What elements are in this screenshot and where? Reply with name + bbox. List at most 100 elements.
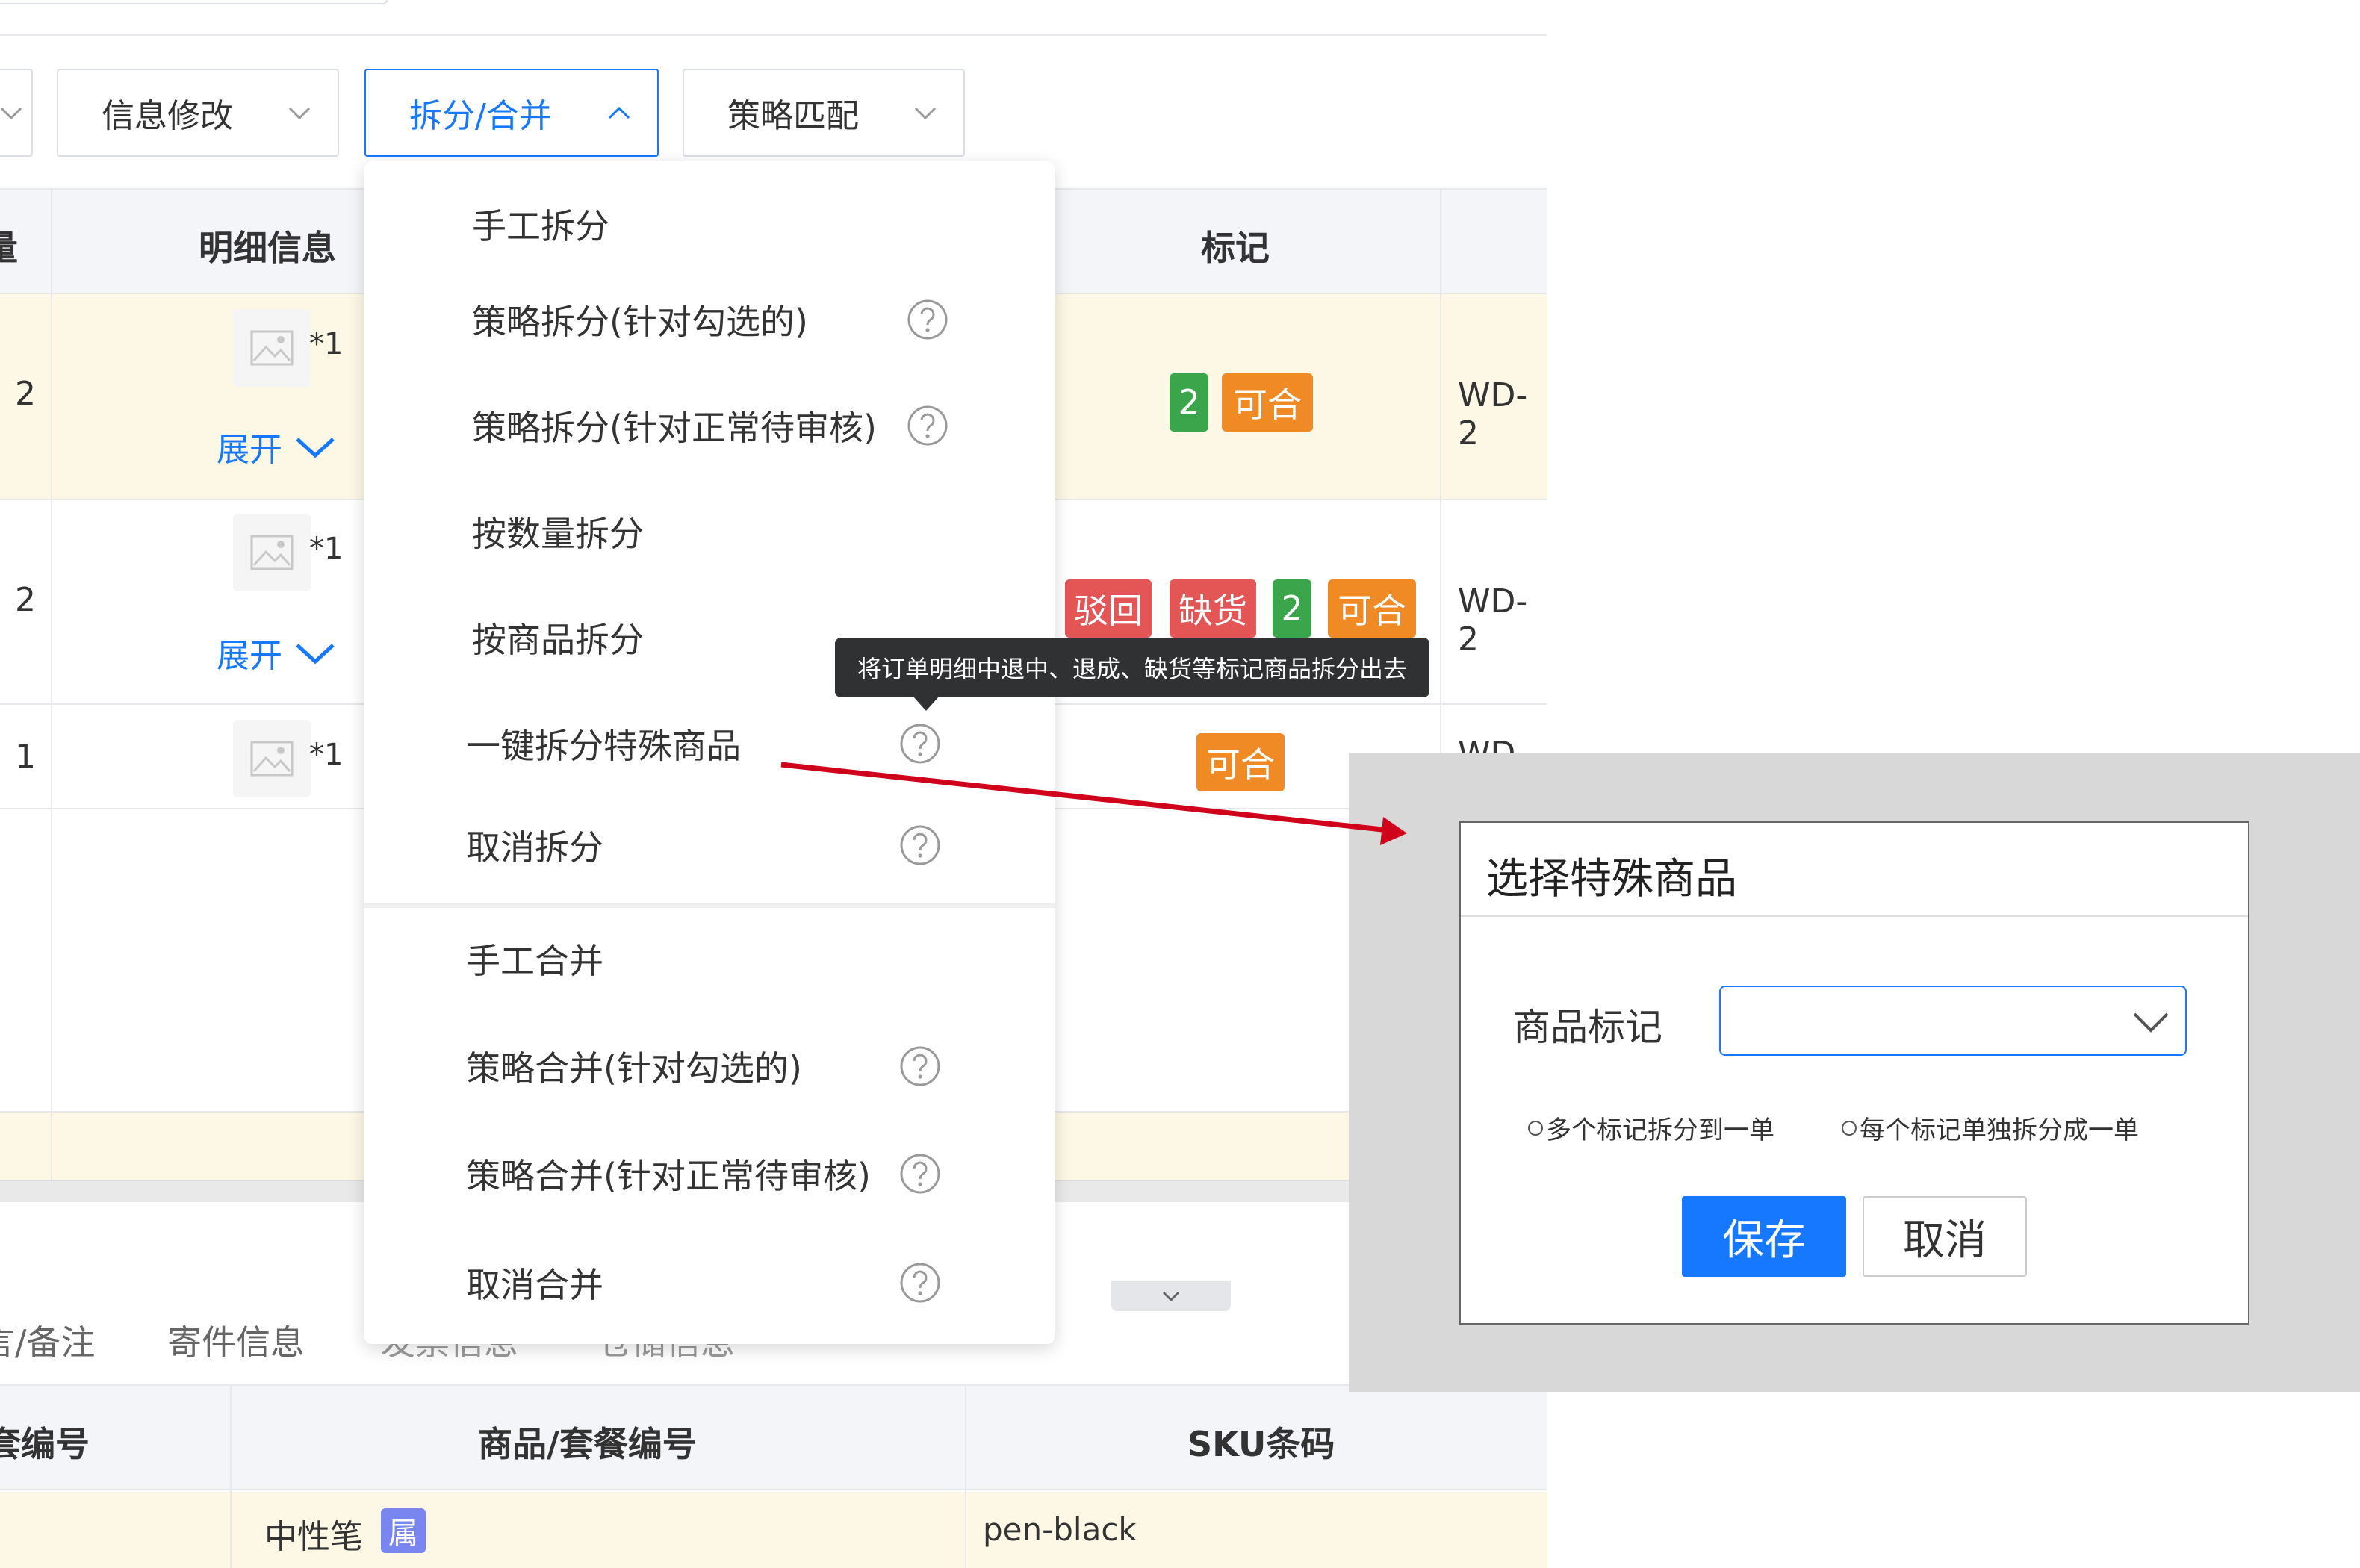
- tab-remarks[interactable]: 言/备注: [0, 1316, 96, 1365]
- menu-item-label: 一键拆分特殊商品: [466, 726, 741, 766]
- menu-item-label: 策略合并(针对勾选的): [466, 1048, 802, 1089]
- tag-count: 2: [1273, 579, 1311, 638]
- table-row[interactable]: 中性笔 属 pen-black: [0, 1492, 1547, 1568]
- tag-out-of-stock: 缺货: [1170, 579, 1256, 638]
- radio-merge-to-one[interactable]: 多个标记拆分到一单: [1528, 1110, 1774, 1146]
- toolbar-button-prev[interactable]: [0, 69, 33, 157]
- collapse-toggle[interactable]: [1111, 1281, 1231, 1311]
- image-placeholder-icon: [250, 330, 294, 366]
- tag-mergeable: 可合: [1196, 733, 1285, 791]
- expand-label: 展开: [217, 431, 282, 469]
- menu-item-strategy-merge-pending[interactable]: 策略合并(针对正常待审核): [364, 1126, 1055, 1222]
- field-label: 商品标记: [1513, 1006, 1662, 1049]
- help-icon[interactable]: [899, 824, 941, 866]
- toolbar-button-strategy-match[interactable]: 策略匹配: [683, 69, 965, 157]
- menu-item-label: 策略合并(针对正常待审核): [466, 1156, 871, 1196]
- help-icon[interactable]: [907, 299, 948, 340]
- chevron-down-icon: [914, 107, 937, 120]
- menu-item-manual-split[interactable]: 手工拆分: [364, 176, 1055, 272]
- menu-item-label: 按商品拆分: [472, 620, 644, 660]
- column-header-qty: 量: [0, 228, 18, 268]
- goods-grid-header: 套编号 商品/套餐编号 SKU条码: [0, 1384, 1547, 1490]
- dialog-title: 选择特殊商品: [1486, 855, 1737, 903]
- menu-item-cancel-merge[interactable]: 取消合并: [364, 1235, 1055, 1331]
- menu-item-cancel-split[interactable]: 取消拆分: [364, 797, 1055, 893]
- help-icon[interactable]: [899, 723, 941, 765]
- tab-sender-info[interactable]: 寄件信息: [167, 1316, 305, 1365]
- image-placeholder-icon: [250, 535, 294, 570]
- dialog-divider: [1461, 915, 2248, 917]
- top-search-input[interactable]: [0, 0, 388, 4]
- column-header-goods-code: 商品/套餐编号: [478, 1424, 697, 1464]
- order-qty: 2: [15, 375, 36, 413]
- menu-item-label: 取消合并: [466, 1265, 603, 1305]
- radio-circle-icon: [1528, 1120, 1543, 1136]
- toolbar-button-label: 拆分/合并: [409, 97, 552, 135]
- item-qty: *1: [309, 327, 344, 361]
- tag-rejected: 驳回: [1065, 579, 1152, 638]
- attribute-tag: 属: [381, 1508, 426, 1553]
- sku-code: pen-black: [983, 1511, 1137, 1548]
- toolbar-button-label: 信息修改: [102, 97, 233, 135]
- expand-label: 展开: [217, 637, 282, 675]
- menu-item-strategy-split-pending[interactable]: 策略拆分(针对正常待审核): [364, 378, 1055, 473]
- chevron-down-icon: [288, 107, 311, 120]
- menu-item-split-special-goods[interactable]: 一键拆分特殊商品: [364, 696, 1055, 791]
- column-header-code: 套编号: [0, 1424, 90, 1464]
- goods-mark-select[interactable]: [1719, 986, 2187, 1056]
- menu-item-label: 策略拆分(针对正常待审核): [472, 408, 877, 448]
- expand-link[interactable]: 展开: [217, 423, 336, 470]
- order-qty: 1: [15, 738, 36, 776]
- order-qty: 2: [15, 581, 36, 619]
- cancel-button[interactable]: 取消: [1863, 1196, 2027, 1277]
- help-icon[interactable]: [899, 1262, 941, 1304]
- toolbar-button-label: 策略匹配: [727, 97, 859, 135]
- column-divider: [1440, 188, 1441, 808]
- menu-item-manual-merge[interactable]: 手工合并: [364, 911, 1055, 1007]
- help-icon[interactable]: [899, 1153, 941, 1195]
- radio-label: 每个标记单独拆分成一单: [1860, 1116, 2139, 1145]
- toolbar-button-split-merge[interactable]: 拆分/合并: [364, 69, 659, 157]
- radio-split-each[interactable]: 每个标记单独拆分成一单: [1842, 1110, 2139, 1146]
- expand-link[interactable]: 展开: [217, 629, 336, 676]
- tag-count: 2: [1170, 373, 1208, 432]
- column-divider: [51, 188, 52, 1180]
- menu-item-label: 按数量拆分: [472, 514, 644, 554]
- chevron-down-icon: [1162, 1291, 1180, 1302]
- chevron-down-icon: [0, 107, 22, 120]
- save-button[interactable]: 保存: [1682, 1196, 1846, 1277]
- product-thumbnail: [233, 309, 311, 387]
- radio-circle-icon: [1842, 1120, 1857, 1136]
- order-number: WD-2: [1458, 582, 1528, 659]
- help-icon[interactable]: [899, 1045, 941, 1087]
- column-header-mark: 标记: [1201, 228, 1270, 268]
- item-qty: *1: [309, 738, 344, 772]
- tooltip-arrow: [913, 696, 940, 711]
- menu-item-split-by-qty[interactable]: 按数量拆分: [364, 484, 1055, 579]
- menu-item-label: 取消拆分: [466, 827, 603, 868]
- column-header-sku: SKU条码: [1187, 1424, 1335, 1464]
- split-merge-dropdown: 手工拆分 策略拆分(针对勾选的) 策略拆分(针对正常待审核) 按数量拆分 按商品…: [364, 161, 1055, 1344]
- product-thumbnail: [233, 514, 311, 591]
- menu-item-strategy-split-selected[interactable]: 策略拆分(针对勾选的): [364, 272, 1055, 367]
- product-thumbnail: [233, 720, 311, 797]
- help-icon[interactable]: [907, 405, 948, 447]
- column-header-detail: 明细信息: [199, 228, 336, 268]
- radio-label: 多个标记拆分到一单: [1546, 1116, 1774, 1145]
- help-tooltip: 将订单明细中退中、退成、缺货等标记商品拆分出去: [835, 638, 1429, 697]
- chevron-down-icon: [2133, 1012, 2169, 1033]
- chevron-down-icon: [296, 438, 335, 458]
- toolbar-button-info-edit[interactable]: 信息修改: [57, 69, 339, 157]
- divider: [0, 34, 1547, 36]
- order-number: WD-2: [1458, 376, 1528, 452]
- menu-item-label: 策略拆分(针对勾选的): [472, 302, 808, 342]
- menu-item-strategy-merge-selected[interactable]: 策略合并(针对勾选的): [364, 1018, 1055, 1114]
- column-divider: [965, 1384, 966, 1568]
- tag-mergeable: 可合: [1222, 373, 1313, 432]
- image-placeholder-icon: [250, 741, 294, 777]
- column-divider: [230, 1384, 232, 1568]
- menu-item-label: 手工拆分: [472, 206, 609, 246]
- chevron-down-icon: [296, 644, 335, 665]
- item-qty: *1: [309, 532, 344, 566]
- goods-name: 中性笔: [264, 1518, 363, 1556]
